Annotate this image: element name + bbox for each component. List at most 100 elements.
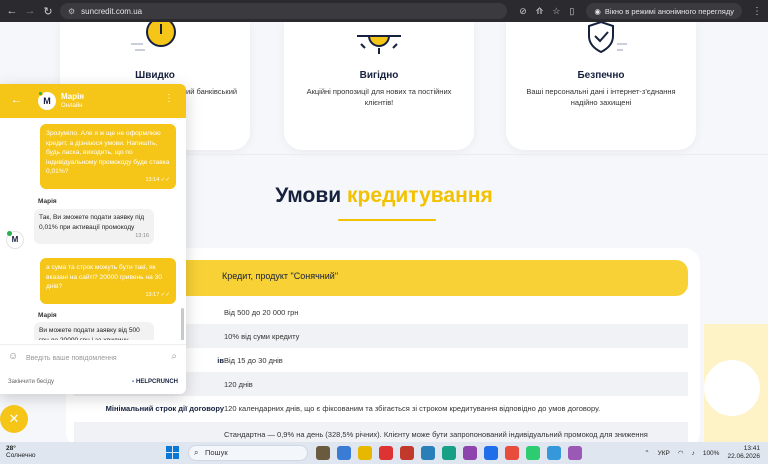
feature-title: Швидко	[135, 70, 175, 81]
opera-icon[interactable]	[379, 446, 393, 460]
app-icon[interactable]	[400, 446, 414, 460]
section-title-accent: кредитування	[347, 184, 493, 207]
attach-icon[interactable]: ⌕	[171, 351, 177, 362]
chat-scrollbar[interactable]	[181, 308, 184, 340]
incognito-icon: ◉	[594, 6, 601, 16]
viber-icon[interactable]	[568, 446, 582, 460]
message-time: 13:16	[135, 232, 149, 239]
more-options-icon[interactable]: ⋮	[164, 93, 174, 104]
forward-icon[interactable]: →	[24, 5, 36, 17]
message-text: а сума та строк можуть бути такі, як вка…	[46, 264, 162, 290]
browser-toolbar: ← → ↻ ⚙ suncredit.com.ua ⊘ ⟰ ☆ ▯ ◉ Вікно…	[0, 0, 768, 22]
windows-start-icon[interactable]	[166, 446, 180, 460]
end-chat-link[interactable]: Закінчити бесіду	[8, 379, 54, 385]
row-value: 120 днів	[224, 380, 253, 389]
incognito-badge[interactable]: ◉ Вікно в режимі анонімного перегляду	[586, 3, 742, 19]
back-arrow-icon[interactable]: ←	[11, 94, 22, 106]
sun-icon	[357, 35, 401, 54]
row-value: Стандартна — 0,9% на день (328,5% річних…	[224, 430, 648, 439]
search-icon: ⌕	[194, 448, 199, 457]
clock[interactable]: 13:41 22.06.2026	[727, 445, 760, 461]
back-icon[interactable]: ←	[6, 5, 18, 17]
message-sender: Марія	[38, 198, 57, 205]
close-chat-button[interactable]: ✕	[0, 405, 28, 433]
weather-widget[interactable]: 28° Солнечно	[6, 445, 36, 459]
table-header-label: Кредит, продукт "Сонячний"	[222, 271, 339, 281]
message-text: Ви можете подати заявку від 500 грн до 2…	[39, 327, 140, 340]
eye-off-icon[interactable]: ⊘	[519, 6, 527, 17]
taskbar-search[interactable]: ⌕ Пошук	[188, 445, 308, 461]
shield-check-icon	[588, 22, 627, 54]
agent-name: Марія	[61, 92, 84, 101]
site-info-icon[interactable]: ⚙	[68, 7, 75, 16]
app-icon[interactable]	[421, 446, 435, 460]
row-value: 10% від суми кредиту	[224, 332, 300, 341]
app-icon[interactable]	[316, 446, 330, 460]
address-bar[interactable]: ⚙ suncredit.com.ua	[60, 3, 508, 19]
title-underline	[338, 219, 436, 221]
reload-icon[interactable]: ↻	[42, 5, 54, 18]
message-list[interactable]: Зрозуміло. Але я ж ще не оформлюю кредит…	[0, 118, 186, 340]
emoji-icon[interactable]: ☺	[8, 351, 18, 362]
message-input[interactable]	[26, 350, 162, 366]
feature-text: ший банківський	[180, 87, 238, 96]
chat-header: ← M Марія Онлайн ⋮	[0, 84, 186, 118]
app-icon[interactable]	[463, 446, 477, 460]
dropbox-icon[interactable]	[484, 446, 498, 460]
message-time: 13:14 ✓✓	[145, 177, 170, 183]
decorative-shape	[704, 324, 768, 442]
row-value: Від 500 до 20 000 грн	[224, 308, 299, 317]
folder-icon[interactable]	[358, 446, 372, 460]
url-text: suncredit.com.ua	[81, 6, 143, 16]
feature-title: Безпечно	[577, 70, 625, 81]
row-value: 120 календарних днів, що є фіксованим та…	[224, 404, 601, 413]
incoming-message: Так, Ви зможете подати заявку під 0,01% …	[34, 209, 154, 244]
row-label: Мінімальний строк дії договору	[105, 404, 224, 413]
volume-icon[interactable]: ♪	[692, 450, 695, 457]
browser-menu-icon[interactable]: ⋮	[752, 6, 762, 17]
chat-widget: ← M Марія Онлайн ⋮ Зрозуміло. Але я ж ще…	[0, 84, 186, 394]
weather-temp: 28°	[6, 445, 16, 452]
outgoing-message: Зрозуміло. Але я ж ще не оформлюю кредит…	[40, 124, 176, 189]
windows-taskbar: 28° Солнечно ⌕ Пошук ⌃ УКР ◠ ♪ 100% 13:4…	[0, 442, 768, 464]
section-title-main: Умови	[275, 184, 342, 207]
bookmark-star-icon[interactable]: ☆	[552, 6, 560, 17]
outgoing-message: а сума та строк можуть бути такі, як вка…	[40, 258, 176, 304]
date-text: 22.06.2026	[727, 453, 760, 460]
chevron-up-icon[interactable]: ⌃	[644, 449, 649, 457]
telegram-icon[interactable]	[547, 446, 561, 460]
table-row: Мінімальний строк дії договору 120 кален…	[74, 396, 688, 420]
taskbar-apps	[316, 446, 582, 460]
feature-text: Акційні пропозиції для нових та постійни…	[306, 87, 452, 107]
table-row: Стандартна — 0,9% на день (328,5% річних…	[74, 422, 688, 442]
row-value: Від 15 до 30 днів	[224, 356, 283, 365]
feature-card-secure: Безпечно Ваші персональні дані і інтерне…	[506, 22, 696, 150]
agent-avatar: M	[6, 231, 24, 249]
app-icon[interactable]	[337, 446, 351, 460]
message-composer: ☺ ⌕	[0, 344, 186, 370]
search-placeholder: Пошук	[205, 448, 228, 457]
feature-text: Ваші персональні дані і інтернет-з'єднан…	[526, 87, 676, 107]
battery-indicator[interactable]: 100%	[703, 450, 720, 457]
feature-title: Вигідно	[359, 70, 399, 81]
wifi-icon[interactable]: ◠	[678, 449, 684, 457]
time-text: 13:41	[743, 445, 760, 452]
language-indicator[interactable]: УКР	[658, 450, 670, 457]
incoming-message: Ви можете подати заявку від 500 грн до 2…	[34, 322, 154, 340]
weather-text: Солнечно	[6, 452, 36, 459]
edge-icon[interactable]	[442, 446, 456, 460]
brand-text: HELPCRUNCH	[136, 379, 178, 385]
system-tray: ⌃ УКР ◠ ♪ 100% 13:41 22.06.2026	[644, 445, 760, 461]
app-icon[interactable]	[526, 446, 540, 460]
helpcrunch-logo[interactable]: ▪ HELPCRUNCH	[132, 379, 178, 385]
message-text: Так, Ви зможете подати заявку під 0,01% …	[39, 214, 145, 231]
chrome-icon[interactable]	[505, 446, 519, 460]
chat-footer: Закінчити бесіду ▪ HELPCRUNCH	[0, 374, 186, 392]
feature-card-profitable: Вигідно Акційні пропозиції для нових та …	[284, 22, 474, 150]
translate-icon[interactable]: ⟰	[536, 6, 544, 17]
message-time: 13:17 ✓✓	[145, 292, 170, 298]
message-text: Зрозуміло. Але я ж ще не оформлюю кредит…	[46, 130, 170, 175]
agent-status: Онлайн	[61, 103, 83, 109]
side-panel-icon[interactable]: ▯	[569, 6, 574, 17]
clock-icon	[131, 22, 176, 51]
